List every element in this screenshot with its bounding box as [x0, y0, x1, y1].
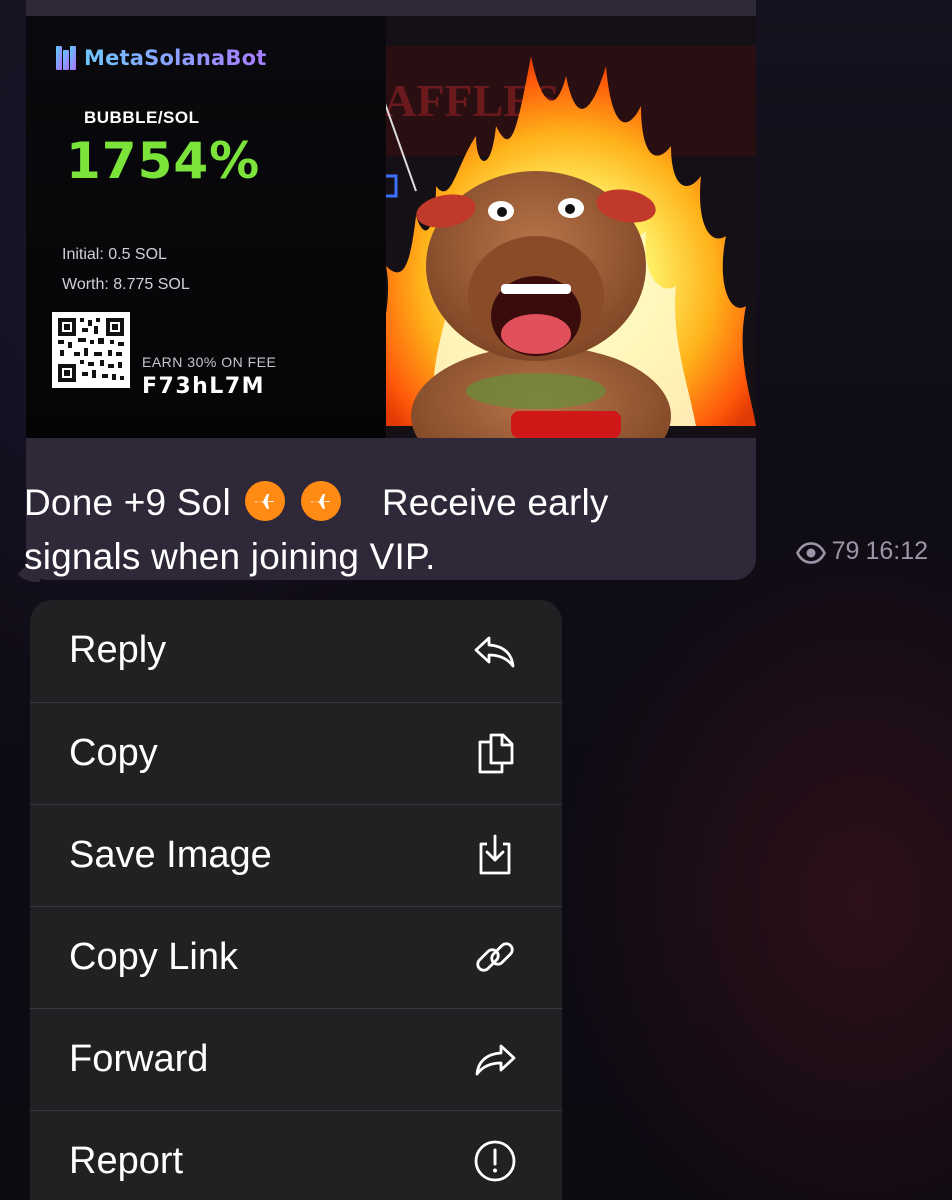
earn-fee-label: EARN 30% ON FEE	[142, 354, 277, 370]
caption-text-start: Done +9 Sol	[24, 482, 231, 523]
copy-icon	[472, 730, 518, 776]
hippo-fire-illustration: RAFFLES	[326, 16, 756, 438]
message-meta: 79 16:12	[795, 537, 928, 566]
menu-item-forward[interactable]: Forward	[30, 1008, 562, 1109]
menu-item-label: Forward	[69, 1037, 209, 1080]
reply-icon	[472, 628, 518, 674]
menu-item-reply[interactable]: Reply	[30, 600, 562, 701]
caption-text-end: Receive early	[381, 482, 609, 523]
menu-item-label: Save Image	[69, 833, 272, 876]
airplane-icon	[301, 481, 342, 521]
menu-item-label: Copy	[69, 731, 158, 774]
menu-item-label: Report	[69, 1139, 184, 1182]
forward-icon	[472, 1036, 518, 1082]
menu-item-copy[interactable]: Copy	[30, 702, 562, 803]
menu-item-save-image[interactable]: Save Image	[30, 804, 562, 905]
token-pair: BUBBLE/SOL	[84, 108, 200, 127]
save-image-icon	[472, 832, 518, 878]
eye-icon	[795, 541, 826, 564]
brand: MetaSolanaBot	[54, 44, 266, 72]
initial-amount: Initial: 0.5 SOL	[62, 246, 167, 263]
referral-code: F73hL7M	[142, 374, 266, 399]
chat-screen: RAFFLES MetaSolanaBot BUBBLE/SOL 1754% I…	[0, 0, 952, 1200]
menu-item-copy-link[interactable]: Copy Link	[30, 906, 562, 1007]
report-icon	[472, 1138, 518, 1184]
brand-name: MetaSolanaBot	[84, 46, 267, 70]
metasolana-logo-icon	[56, 46, 76, 70]
airplane-icon	[245, 481, 286, 521]
qr-code	[52, 312, 130, 388]
menu-item-report[interactable]: Report	[30, 1110, 562, 1200]
context-menu: Reply Copy Save Image Copy Link Forward …	[30, 600, 562, 1200]
previous-header-strip	[26, 0, 756, 16]
menu-item-label: Reply	[69, 629, 167, 671]
message-time: 16:12	[865, 537, 928, 565]
menu-item-label: Copy Link	[69, 935, 238, 978]
worth-amount: Worth: 8.775 SOL	[62, 276, 190, 293]
message-caption: Done +9 Sol Receive early signals when j…	[24, 476, 724, 584]
caption-text-line2: signals when joining VIP.	[24, 536, 436, 577]
pnl-card-image[interactable]: RAFFLES MetaSolanaBot BUBBLE/SOL 1754% I…	[26, 16, 756, 438]
profit-percent: 1754%	[66, 132, 261, 190]
view-count: 79	[831, 537, 860, 565]
airplane-badges	[245, 481, 363, 521]
link-icon	[472, 934, 518, 980]
pnl-panel: MetaSolanaBot BUBBLE/SOL 1754% Initial: …	[26, 16, 386, 438]
